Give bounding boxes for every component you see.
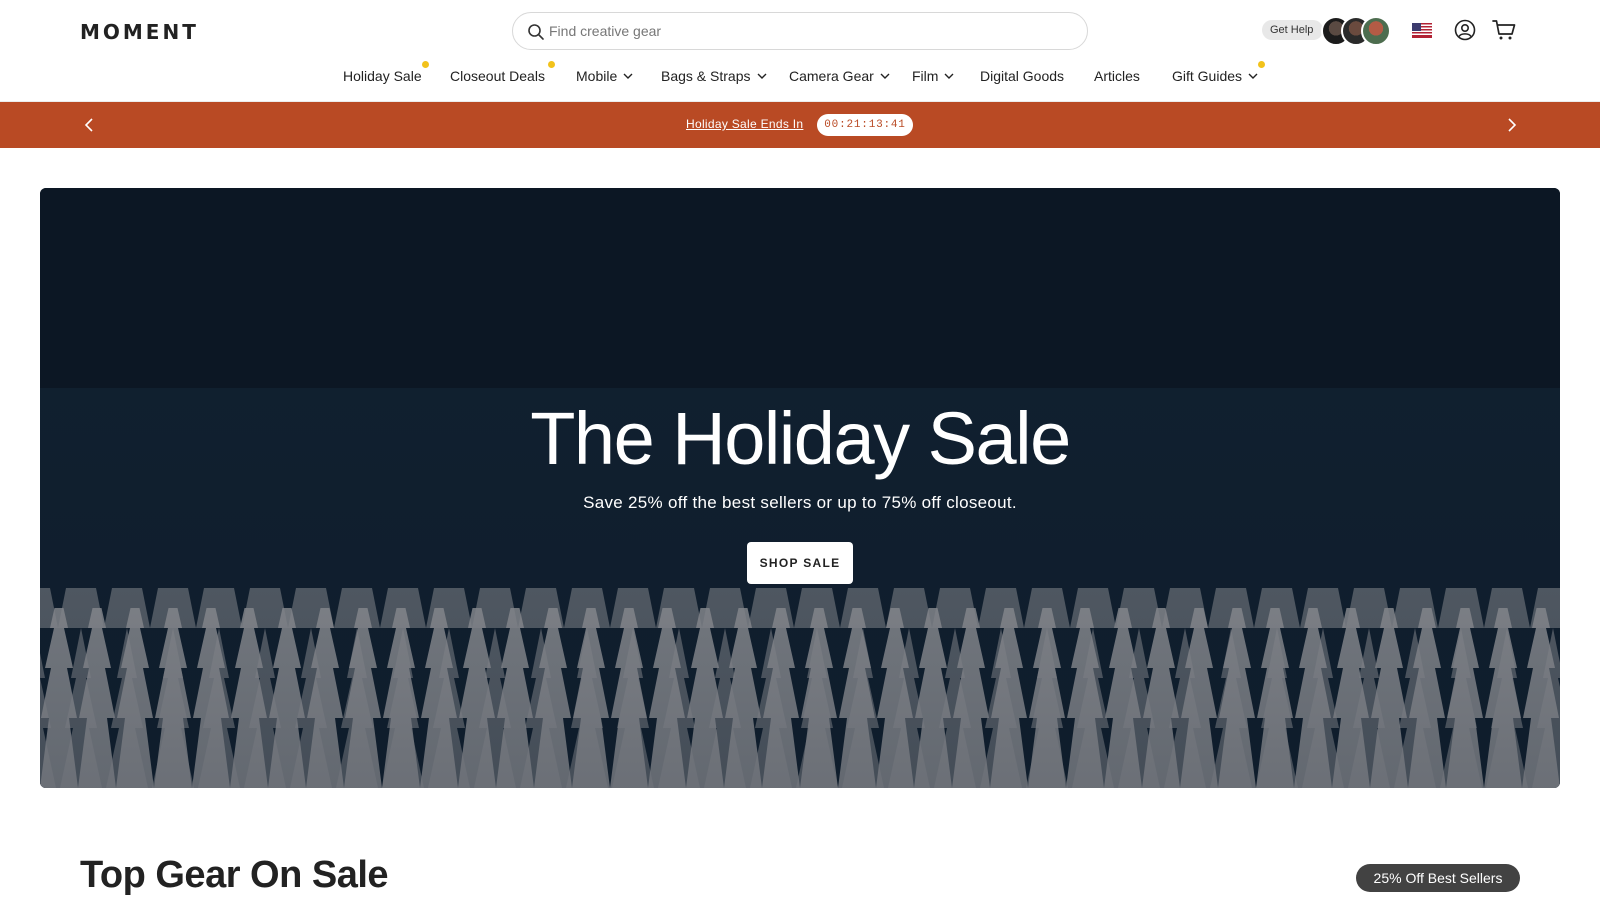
nav-item-camera-gear[interactable]: Camera Gear [789,64,890,88]
nav-item-mobile[interactable]: Mobile [576,64,633,88]
search-input[interactable] [549,13,1069,49]
main-nav: Holiday Sale Closeout Deals Mobile Bags … [0,61,1600,90]
chevron-down-icon [880,73,890,79]
best-sellers-badge[interactable]: 25% Off Best Sellers [1356,864,1520,892]
hero-title: The Holiday Sale [530,397,1071,480]
nav-item-label: Holiday Sale [343,68,422,84]
chevron-down-icon [944,73,954,79]
nav-item-label: Camera Gear [789,68,874,84]
holiday-sale-link[interactable]: Holiday Sale Ends In [686,117,803,131]
nav-item-label: Digital Goods [980,68,1065,84]
chevron-right-icon[interactable] [1502,116,1520,134]
forest-background-image [40,188,1560,788]
search-bar[interactable] [512,12,1088,50]
cart-icon[interactable] [1492,19,1516,41]
hero-subtitle: Save 25% off the best sellers or up to 7… [583,493,1017,512]
us-flag-icon[interactable] [1412,23,1432,38]
promo-banner: Holiday Sale Ends In 00:21:13:41 [0,102,1600,148]
nav-item-label: Articles [1094,68,1140,84]
nav-item-bags-straps[interactable]: Bags & Straps [661,64,767,88]
chevron-down-icon [1248,73,1258,79]
moment-logo[interactable]: MOMENT [80,20,199,44]
site-header: MOMENT Get Help Holiday Sale [0,0,1600,102]
chevron-left-icon[interactable] [81,116,99,134]
shop-sale-button[interactable]: SHOP SALE [747,542,853,584]
nav-item-label: Closeout Deals [450,68,545,84]
user-icon[interactable] [1454,19,1476,41]
nav-item-label: Gift Guides [1172,68,1243,84]
nav-item-digital-goods[interactable]: Digital Goods [980,64,1064,88]
get-help-button[interactable]: Get Help [1262,20,1324,40]
hero-banner[interactable]: The Holiday Sale Save 25% off the best s… [40,188,1560,788]
search-icon [528,24,544,40]
new-badge-dot [1258,61,1265,68]
nav-item-closeout-deals[interactable]: Closeout Deals [450,61,555,88]
section-title: Top Gear On Sale [80,854,389,896]
new-badge-dot [548,61,555,68]
chevron-down-icon [757,73,766,79]
nav-item-holiday-sale[interactable]: Holiday Sale [343,61,429,88]
chevron-down-icon [623,73,633,79]
nav-item-label: Bags & Straps [661,68,751,84]
nav-item-label: Mobile [576,68,618,84]
nav-item-label: Film [912,68,939,84]
nav-item-articles[interactable]: Articles [1094,64,1140,88]
nav-item-gift-guides[interactable]: Gift Guides [1172,61,1265,88]
countdown-timer: 00:21:13:41 [817,114,913,136]
new-badge-dot [422,61,429,68]
nav-item-film[interactable]: Film [912,64,954,88]
avatar[interactable] [1361,16,1391,46]
